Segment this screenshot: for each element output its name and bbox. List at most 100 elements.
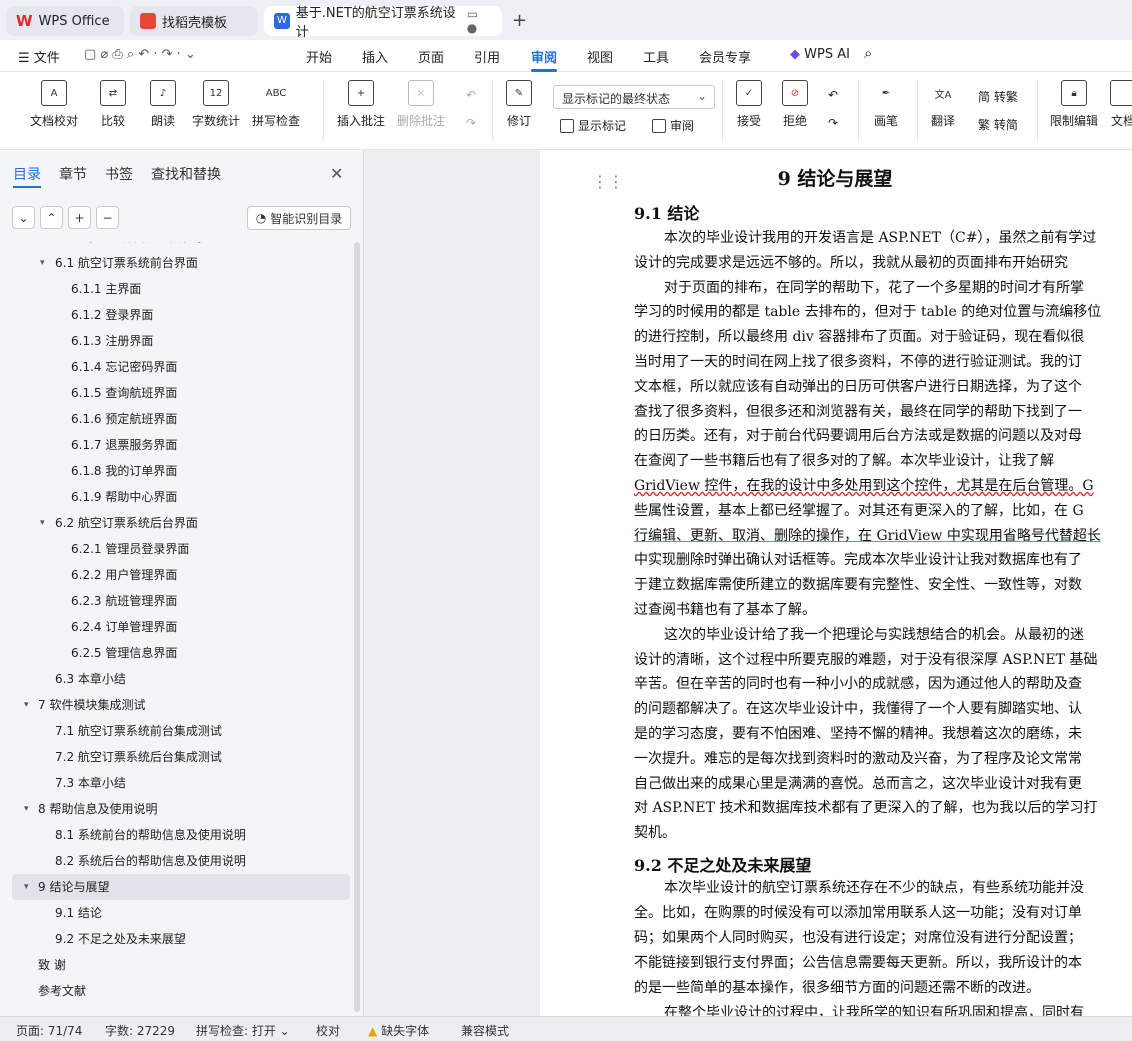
expand-up-button[interactable]: ⌃ [40,206,63,229]
ribbon-separator [722,80,723,140]
toc-scrollbar[interactable] [354,242,360,1012]
section-heading: 9.1 结论 [634,204,700,223]
review-pane-button[interactable]: 审阅 [652,117,694,134]
toc-item[interactable]: 6.3 本章小结 [0,666,356,692]
paragraph-line: 的日历类。还有，对于前台代码要调用后台方法或是数据的问题以及对母 [634,428,1082,445]
insert-comment-icon: + [348,80,374,106]
menu-home[interactable]: 开始 [306,47,332,66]
chevron-down-icon[interactable]: ▾ [40,510,45,536]
pen-button[interactable]: ✒ 画笔 [873,80,899,129]
chevron-down-icon[interactable]: ▾ [40,250,45,276]
remove-heading-button[interactable]: − [96,206,119,229]
menu-view[interactable]: 视图 [587,47,613,66]
doc-check-button[interactable]: A 文档校对 [30,80,78,129]
toc-item[interactable]: ▾ 6.2 航空订票系统后台界面 [0,510,356,536]
toc-item[interactable]: 7.1 航空订票系统前台集成测试 [0,718,356,744]
toc-item[interactable]: 6.1.6 预定航班界面 [0,406,356,432]
toc-item[interactable]: 6.1.4 忘记密码界面 [0,354,356,380]
toc-item[interactable]: 6.2.5 管理信息界面 [0,640,356,666]
track-changes-button[interactable]: ✎ 修订 [506,80,532,129]
reject-button[interactable]: ⊘ 拒绝 [782,80,808,129]
toc-item[interactable]: 6.1.8 我的订单界面 [0,458,356,484]
toc-item[interactable]: 6.1.3 注册界面 [0,328,356,354]
accept-button[interactable]: ✓ 接受 [736,80,762,129]
menu-file[interactable]: ☰ 文件 [18,47,60,66]
paragraph-line: 设计的完成要求是远远不够的。所以，我就从最初的页面排布开始研究 [634,254,1068,271]
spell-check-button[interactable]: ABC 拼写检查 [252,80,300,129]
missing-font-status[interactable]: ▲ 缺失字体 [368,1022,429,1039]
toc-item[interactable]: 6.1.9 帮助中心界面 [0,484,356,510]
toc-item[interactable]: 8.1 系统前台的帮助信息及使用说明 [0,822,356,848]
word-count-indicator[interactable]: 字数: 27229 [105,1022,175,1039]
toc-item[interactable]: 6.1.5 查询航班界面 [0,380,356,406]
next-change-icon[interactable]: ↷ [828,116,838,130]
chevron-down-icon[interactable]: ▾ [24,796,29,822]
toc-item[interactable]: 7.3 本章小结 [0,770,356,796]
document-button[interactable]: 文档 [1110,80,1132,129]
toc-item[interactable]: 9.2 不足之处及未来展望 [0,926,356,952]
toc-item[interactable]: 9.1 结论 [0,900,356,926]
menu-references[interactable]: 引用 [474,47,500,66]
menu-page[interactable]: 页面 [418,47,444,66]
insert-comment-button[interactable]: + 插入批注 [337,80,385,129]
toc-item[interactable]: ▾ 6 航空订票系统界面及主要程序 [0,242,356,250]
menu-wps-ai[interactable]: ◆ WPS AI [790,47,850,62]
tab-document[interactable]: W 基于.NET的航空订票系统设计 ▭ ● [264,6,502,40]
word-count-button[interactable]: 12 字数统计 [192,80,240,129]
menu-review[interactable]: 审阅 [531,47,557,66]
proofread-status[interactable]: 校对 [316,1022,340,1039]
toc-item[interactable]: ▾ 7 软件模块集成测试 [0,692,356,718]
tab-docer[interactable]: 找稻壳模板 [130,6,258,36]
toc-item[interactable]: 6.2.1 管理员登录界面 [0,536,356,562]
collapse-all-button[interactable]: ⌄ [12,206,35,229]
toc-item[interactable]: ▾ 6.1 航空订票系统前台界面 [0,250,356,276]
compare-button[interactable]: ⇄ 比较 [100,80,126,129]
toc-item[interactable]: 6.1.2 登录界面 [0,302,356,328]
read-aloud-button[interactable]: ♪ 朗读 [150,80,176,129]
translate-button[interactable]: 文A 翻译 [930,80,956,129]
to-traditional-button[interactable]: 简 转繁 [978,88,1018,105]
chevron-down-icon[interactable]: ▾ [24,692,29,718]
toc-item[interactable]: ▾ 8 帮助信息及使用说明 [0,796,356,822]
prev-change-icon[interactable]: ↶ [828,88,838,102]
page-indicator[interactable]: 页面: 71/74 [16,1022,82,1039]
menu-insert[interactable]: 插入 [362,47,388,66]
smart-toc-button[interactable]: ◔ 智能识别目录 [247,206,351,230]
menu-member[interactable]: 会员专享 [699,47,751,66]
restrict-editing-button[interactable]: 🔒︎ 限制编辑 [1050,80,1098,129]
show-markup-button[interactable]: 显示标记 [560,117,626,134]
toc-item[interactable]: 7.2 航空订票系统后台集成测试 [0,744,356,770]
read-aloud-icon: ♪ [150,80,176,106]
toc-item[interactable]: 参考文献 [0,978,356,1004]
toc-item[interactable]: 6.1.7 退票服务界面 [0,432,356,458]
paragraph-line: 过查阅书籍也有了基本了解。 [634,602,816,618]
chevron-down-icon[interactable]: ▾ [24,874,29,900]
toc-item[interactable]: 6.2.2 用户管理界面 [0,562,356,588]
toc-item[interactable]: 8.2 系统后台的帮助信息及使用说明 [0,848,356,874]
toc-item[interactable]: ▾ 9 结论与展望 [12,874,350,900]
toc-item[interactable]: 6.2.3 航班管理界面 [0,588,356,614]
search-icon[interactable]: ⌕ [864,44,872,62]
paragraph-line: 本次毕业设计的航空订票系统还存在不少的缺点，有些系统功能并没 [664,880,1084,896]
tab-toc[interactable]: 目录 [13,164,41,184]
tab-close-dot-icon[interactable]: ▭ ● [467,7,492,35]
quick-access-icons[interactable]: ▢ ⌀ ⎙ ⌕ ↶ · ↷ · ⌄ [84,47,196,62]
toc-item[interactable]: 6.2.4 订单管理界面 [0,614,356,640]
chevron-down-icon[interactable]: ▾ [24,242,29,250]
spell-check-status[interactable]: 拼写检查: 打开 ⌄ [196,1022,290,1039]
tab-chapters[interactable]: 章节 [59,164,87,184]
to-simplified-button[interactable]: 繁 转简 [978,116,1018,133]
wps-logo-icon: W [16,12,33,30]
menu-tools[interactable]: 工具 [643,47,669,66]
tab-wps-office[interactable]: W WPS Office [6,6,124,36]
tab-find-replace[interactable]: 查找和替换 [151,164,221,184]
close-icon[interactable]: ✕ [330,164,343,183]
toc-item[interactable]: 致 谢 [0,952,356,978]
toc-item[interactable]: 6.1.1 主界面 [0,276,356,302]
paragraph-line: 在查阅了一些书籍后也有了很多对的了解。本次毕业设计，让我了解 [634,453,1054,470]
new-tab-button[interactable]: + [512,10,527,31]
toc-item-label: 8.2 系统后台的帮助信息及使用说明 [55,854,246,868]
tab-bookmarks[interactable]: 书签 [105,164,133,184]
add-heading-button[interactable]: + [68,206,91,229]
markup-display-select[interactable]: 显示标记的最终状态 ⌄ [553,85,715,109]
